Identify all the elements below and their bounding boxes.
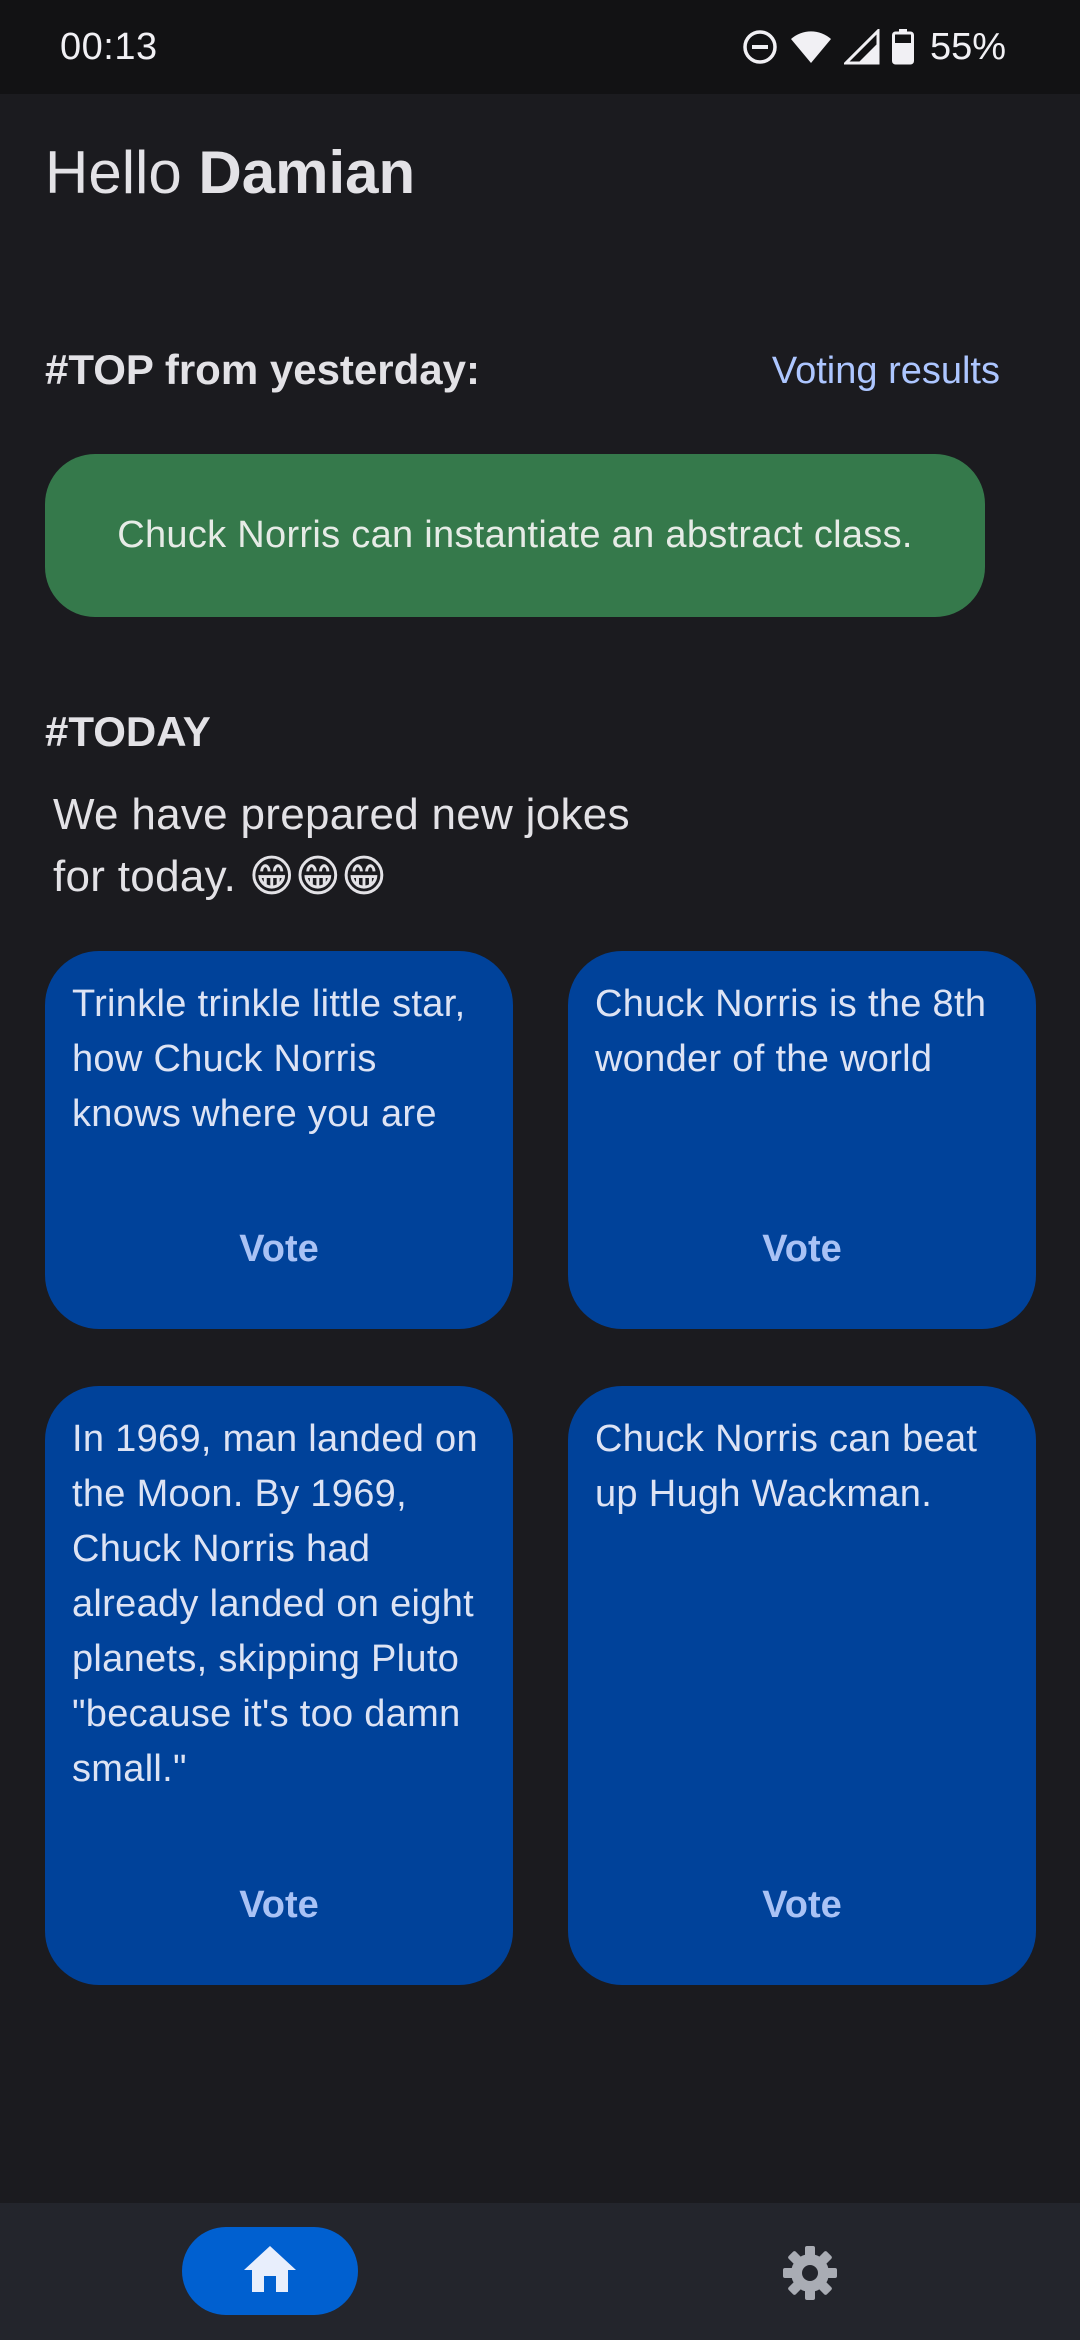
nav-home-button[interactable]: [182, 2227, 358, 2315]
greeting: Hello Damian: [45, 138, 415, 207]
vote-button[interactable]: Vote: [568, 1228, 1036, 1271]
top-yesterday-heading: #TOP from yesterday:: [45, 346, 480, 393]
greeting-hello: Hello: [45, 139, 182, 206]
today-subtitle: We have prepared new jokes for today. 😁😁…: [53, 790, 630, 901]
joke-card: Chuck Norris can beat up Hugh Wackman. V…: [568, 1386, 1036, 1985]
battery-icon: [891, 29, 914, 65]
joke-text: In 1969, man landed on the Moon. By 1969…: [72, 1418, 478, 1790]
joke-text: Chuck Norris can beat up Hugh Wackman.: [595, 1418, 978, 1515]
voting-results-link[interactable]: Voting results: [772, 350, 1000, 393]
joke-text: Trinkle trinkle little star, how Chuck N…: [72, 983, 466, 1135]
vote-button[interactable]: Vote: [568, 1884, 1036, 1927]
status-time: 00:13: [60, 25, 158, 68]
top-joke-card: Chuck Norris can instantiate an abstract…: [45, 454, 985, 617]
joke-text: Chuck Norris is the 8th wonder of the wo…: [595, 983, 987, 1080]
cell-signal-icon: [843, 29, 880, 65]
joke-card: Chuck Norris is the 8th wonder of the wo…: [568, 951, 1036, 1329]
greeting-user-name: Damian: [198, 139, 416, 206]
bottom-navigation: [0, 2203, 1080, 2340]
vote-button[interactable]: Vote: [45, 1228, 513, 1271]
vote-button[interactable]: Vote: [45, 1884, 513, 1927]
battery-percent: 55%: [929, 25, 1006, 68]
wifi-icon: [790, 29, 832, 65]
today-heading: #TODAY: [45, 708, 211, 755]
joke-card: Trinkle trinkle little star, how Chuck N…: [45, 951, 513, 1329]
status-bar: 00:13 55%: [0, 0, 1080, 94]
home-icon: [242, 2244, 298, 2299]
joke-card: In 1969, man landed on the Moon. By 1969…: [45, 1386, 513, 1985]
gear-icon: [782, 2245, 838, 2306]
do-not-disturb-icon: [742, 29, 778, 65]
status-icons: 55%: [742, 26, 1006, 69]
nav-settings-button[interactable]: [775, 2240, 845, 2310]
